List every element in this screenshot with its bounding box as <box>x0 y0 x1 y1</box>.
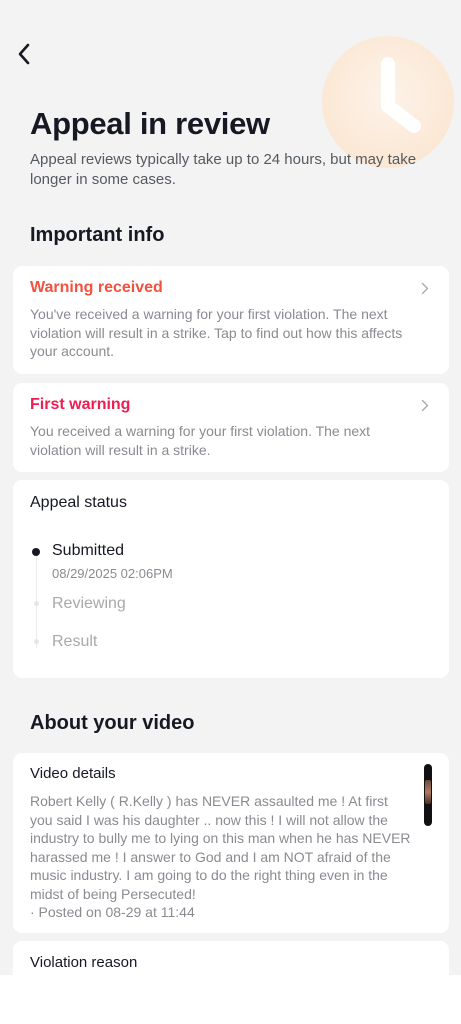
violation-reason-card[interactable]: Violation reason <box>13 941 449 975</box>
timeline-dot-pending <box>34 639 39 644</box>
thumbnail-image <box>425 780 431 804</box>
step-label: Reviewing <box>52 595 126 612</box>
page-title: Appeal in review <box>30 106 270 141</box>
first-warning-title: First warning <box>30 396 131 413</box>
timeline-dot-active <box>32 548 40 556</box>
timeline-step-submitted: Submitted 08/29/2025 02:06PM <box>32 542 432 581</box>
first-warning-card[interactable]: First warning You received a warning for… <box>13 383 449 472</box>
timeline-step-reviewing: Reviewing <box>34 595 432 613</box>
timeline-dot-pending <box>34 601 39 606</box>
appeal-status-title: Appeal status <box>30 494 127 511</box>
warning-received-title: Warning received <box>30 279 163 296</box>
page-subtitle: Appeal reviews typically take up to 24 h… <box>30 151 417 188</box>
appeal-screen: Appeal in review Appeal reviews typicall… <box>0 0 461 975</box>
timeline-connector <box>36 552 37 648</box>
video-caption: Robert Kelly ( R.Kelly ) has NEVER assau… <box>30 793 411 902</box>
timeline-step-result: Result <box>34 633 432 651</box>
appeal-timeline: Submitted 08/29/2025 02:06PM Reviewing R… <box>30 542 432 651</box>
back-button[interactable] <box>10 40 38 68</box>
posted-date: · Posted on 08-29 at 11:44 <box>30 904 195 920</box>
appeal-status-card: Appeal status Submitted 08/29/2025 02:06… <box>13 480 449 678</box>
step-label: Result <box>52 633 98 650</box>
video-description: Robert Kelly ( R.Kelly ) has NEVER assau… <box>30 792 412 922</box>
video-details-card[interactable]: Video details Robert Kelly ( R.Kelly ) h… <box>13 753 449 933</box>
chevron-right-icon <box>418 281 432 295</box>
step-label: Submitted <box>52 542 125 559</box>
chevron-right-icon <box>418 398 432 412</box>
video-thumbnail[interactable] <box>424 764 432 826</box>
video-details-title: Video details <box>30 765 116 782</box>
step-timestamp: 08/29/2025 02:06PM <box>52 566 173 581</box>
clock-icon <box>322 36 454 168</box>
about-video-heading: About your video <box>30 712 195 734</box>
important-info-heading: Important info <box>30 224 165 246</box>
violation-reason-title: Violation reason <box>30 954 138 971</box>
first-warning-body: You received a warning for your first vi… <box>30 423 371 458</box>
warning-received-body: You've received a warning for your first… <box>30 306 403 359</box>
warning-received-card[interactable]: Warning received You've received a warni… <box>13 266 449 374</box>
chevron-left-icon <box>18 43 30 65</box>
